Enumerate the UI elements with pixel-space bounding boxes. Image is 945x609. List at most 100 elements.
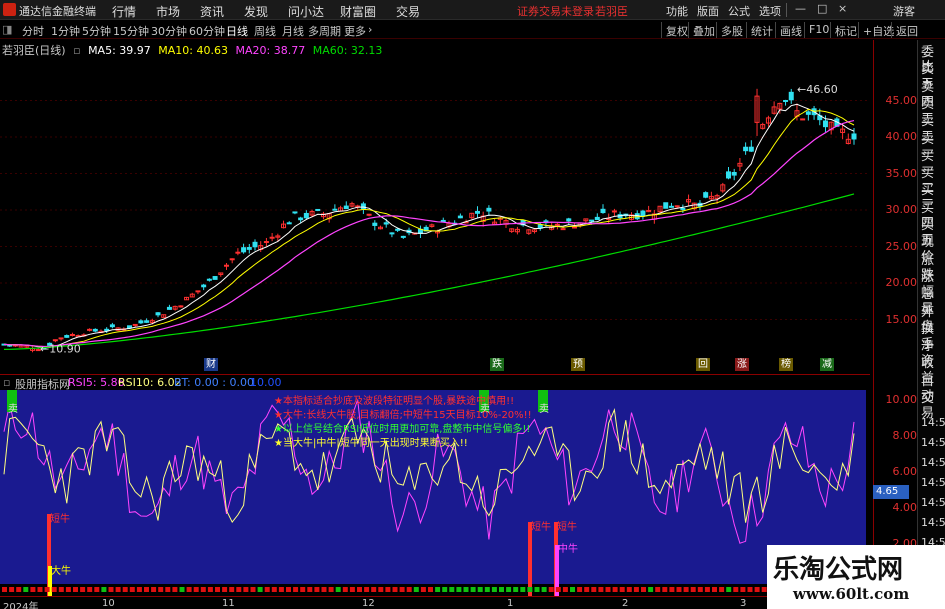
period-tab-multi[interactable]: 多周期 [308,23,341,39]
rsi10-label: RSI10: 6.02 [118,376,182,389]
signal-tag[interactable]: 回 [696,358,710,371]
indicator-note: ★当大牛|中牛|短牛同一天出现时果断买入!! [274,436,468,449]
signal-dot [761,587,767,592]
bull-marker-label: 短牛 [557,520,577,533]
menu-item-news[interactable]: 资讯 [200,3,224,20]
period-tab-daily[interactable]: 日线 [226,23,248,39]
period-tab-more[interactable]: 更多 [344,23,366,39]
guest-label[interactable]: 游客 [893,3,915,19]
indicator-settings-icon[interactable]: ▫ [3,376,10,389]
tool-adjust-button[interactable]: 复权 [661,22,691,38]
signal-dot [51,587,57,592]
signal-dot [9,587,15,592]
trade-time: 14:56 [921,496,945,509]
menu-item-trade[interactable]: 交易 [396,3,420,20]
signal-dot [108,587,114,592]
tool-f10-button[interactable]: F10 [804,22,832,38]
tool-back-button[interactable]: 返回 [891,22,921,38]
signal-dot [349,587,355,592]
signal-dot [158,587,164,592]
candle-body [395,228,401,231]
settings-icon[interactable]: ▫ [73,44,80,57]
signal-dot [179,587,185,592]
menu-item-market[interactable]: 市场 [156,3,180,20]
period-tab-30min[interactable]: 30分钟 [151,23,187,39]
period-tab-1min[interactable]: 1分钟 [51,23,80,39]
trade-time: 14:56 [921,516,945,529]
period-tab-intraday[interactable]: 分时 [22,23,44,39]
candle-body [298,217,304,221]
indicator-axis-tick: 10.00 [885,393,918,406]
signal-dot [250,587,256,592]
menu-item-options[interactable]: 选项 [759,3,781,19]
signal-dot [44,587,50,592]
chevron-right-icon[interactable]: › [368,23,372,36]
period-tab-5min[interactable]: 5分钟 [82,23,111,39]
signal-dot [371,587,377,592]
trade-time: 14:56 [921,456,945,469]
signal-dot [314,587,320,592]
period-tab-monthly[interactable]: 月线 [282,23,304,39]
signal-tag[interactable]: 榜 [779,358,793,371]
signal-dot [534,587,540,592]
tool-multi-stock-button[interactable]: 多股 [716,22,746,38]
menu-item-layout[interactable]: 版面 [697,3,719,19]
period-tab-weekly[interactable]: 周线 [254,23,276,39]
signal-tag[interactable]: 跌 [490,358,504,371]
signal-dot [591,587,597,592]
user-name[interactable]: 若羽臣 [595,3,628,19]
signal-dot [172,587,178,592]
signal-dot [754,587,760,592]
candle-body [600,208,606,214]
sell-label: 卖 [539,403,549,415]
menu-item-ask[interactable]: 问小达 [288,3,324,20]
date-tick: 11 [222,598,235,609]
login-notice[interactable]: 证券交易未登录 [517,3,594,19]
menu-item-wealth[interactable]: 财富圈 [340,3,376,20]
menu-item-function[interactable]: 功能 [666,3,688,19]
candlestick-chart[interactable]: ←46.60 ←10.90 [0,40,870,372]
signal-dot [449,587,455,592]
menu-item-quotes[interactable]: 行情 [112,3,136,20]
tool-overlay-button[interactable]: 叠加 [688,22,718,38]
period-tab-15min[interactable]: 15分钟 [113,23,149,39]
period-tab-60min[interactable]: 60分钟 [189,23,225,39]
signal-tag[interactable]: 预 [571,358,585,371]
signal-tag[interactable]: 减 [820,358,834,371]
minimize-icon[interactable]: — [795,2,806,15]
menu-item-formula[interactable]: 公式 [728,3,750,19]
tool-mark-button[interactable]: 标记 [830,22,860,38]
signal-tag[interactable]: 财 [204,358,218,371]
signal-dot [2,587,7,592]
signal-tag[interactable]: 涨 [735,358,749,371]
watermark: 乐淘公式网 www.60lt.com [767,545,945,609]
tool-stats-button[interactable]: 统计 [746,22,776,38]
maximize-icon[interactable]: □ [817,2,827,15]
app-name: 通达信金融终端 [19,5,96,18]
close-icon[interactable]: × [838,2,847,15]
signal-dot [491,587,497,592]
signal-dot [144,587,149,592]
signal-dot [655,587,661,592]
menu-item-discover[interactable]: 发现 [244,3,268,20]
signal-dot [435,587,441,592]
tool-draw-button[interactable]: 画线 [775,22,805,38]
candle-body [851,133,857,140]
candle-body [674,205,680,208]
signal-dot [200,587,206,592]
candle-body [560,228,566,231]
bull-marker-label: 短牛 [50,512,70,525]
candle-body [680,207,686,210]
candle-body [486,207,492,212]
candle-body [383,222,389,225]
signal-dot [463,587,469,592]
signal-dot [740,587,746,592]
panel-toggle-icon[interactable]: ◨ [2,23,12,36]
price-axis-tick: 45.00 [885,93,918,107]
rsi-indicator-chart[interactable]: 卖卖卖★本指标适合抄底及波段特征明显个股,暴跌途中慎用!!★大牛:长线大牛股,目… [0,390,870,596]
candle-body [235,251,241,254]
price-axis-tick: 25.00 [885,239,918,253]
trade-time: 14:56 [921,436,945,449]
candle-body [800,118,806,121]
signal-dot [456,587,462,592]
